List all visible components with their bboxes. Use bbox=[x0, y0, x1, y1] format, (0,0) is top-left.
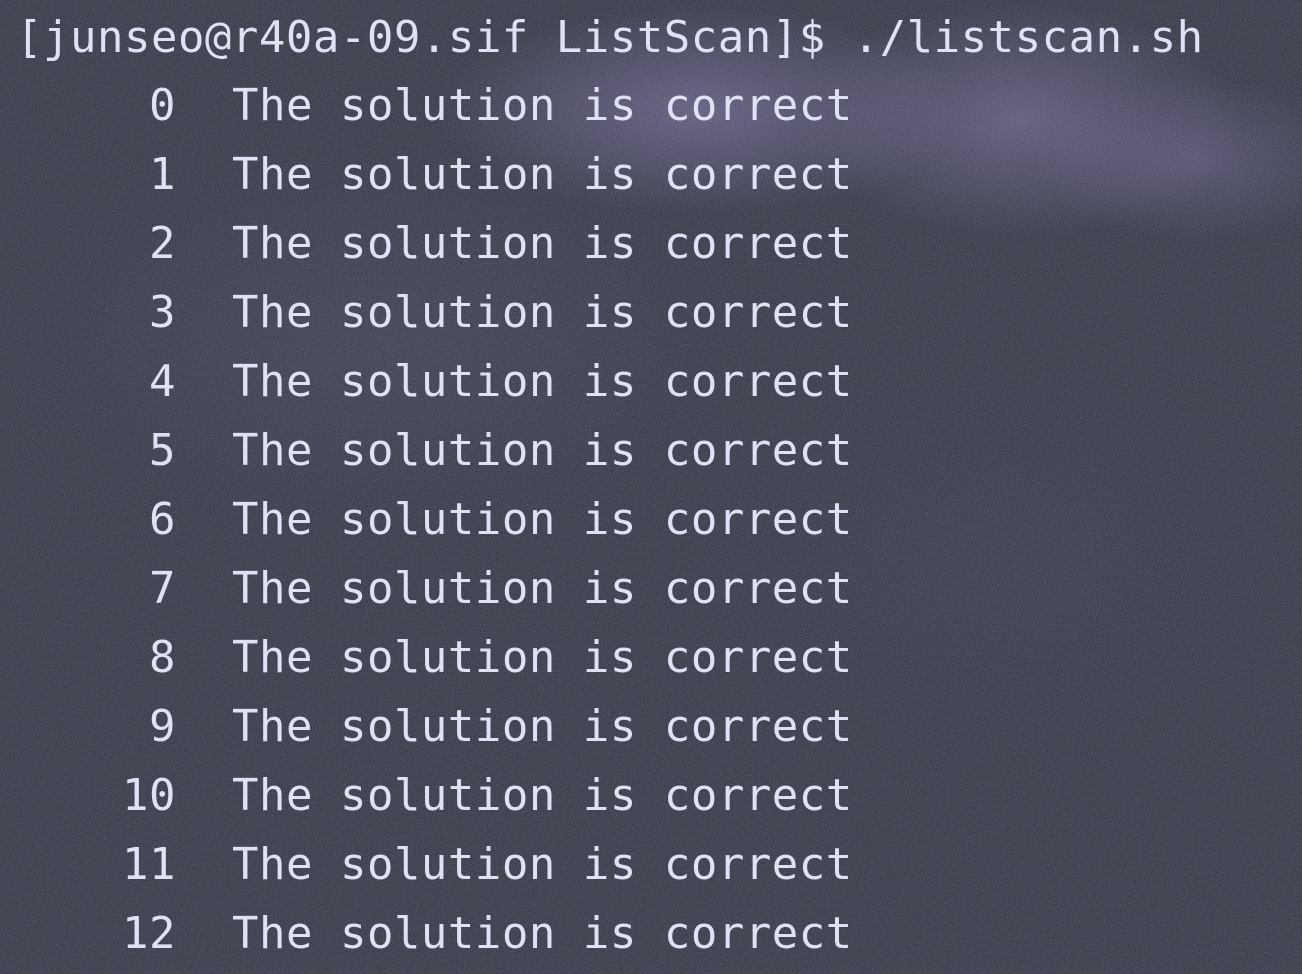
row-message: The solution is correct bbox=[232, 494, 853, 545]
row-index: 4 bbox=[149, 356, 176, 407]
row-index: 12 bbox=[122, 908, 176, 959]
row-message: The solution is correct bbox=[232, 80, 853, 131]
row-message: The solution is correct bbox=[232, 701, 853, 752]
row-message: The solution is correct bbox=[232, 218, 853, 269]
row-index: 9 bbox=[149, 701, 176, 752]
row-message: The solution is correct bbox=[232, 632, 853, 683]
row-message: The solution is correct bbox=[232, 356, 853, 407]
row-index: 3 bbox=[149, 287, 176, 338]
row-message: The solution is correct bbox=[232, 770, 853, 821]
terminal-window[interactable]: [junseo@r40a-09.sif ListScan]$ ./listsca… bbox=[0, 0, 1302, 974]
row-message: The solution is correct bbox=[232, 839, 853, 890]
row-index: 10 bbox=[122, 770, 176, 821]
row-message: The solution is correct bbox=[232, 908, 853, 959]
command-prompt: [junseo@r40a-09.sif ListScan]$ ./listsca… bbox=[16, 12, 1204, 63]
row-message: The solution is correct bbox=[232, 425, 853, 476]
row-message: The solution is correct bbox=[232, 149, 853, 200]
row-message: The solution is correct bbox=[232, 563, 853, 614]
row-index: 0 bbox=[149, 80, 176, 131]
row-index: 1 bbox=[149, 149, 176, 200]
row-index: 7 bbox=[149, 563, 176, 614]
row-index: 2 bbox=[149, 218, 176, 269]
row-index: 5 bbox=[149, 425, 176, 476]
row-message: The solution is correct bbox=[232, 287, 853, 338]
row-index: 6 bbox=[149, 494, 176, 545]
row-index: 11 bbox=[122, 839, 176, 890]
row-index: 8 bbox=[149, 632, 176, 683]
